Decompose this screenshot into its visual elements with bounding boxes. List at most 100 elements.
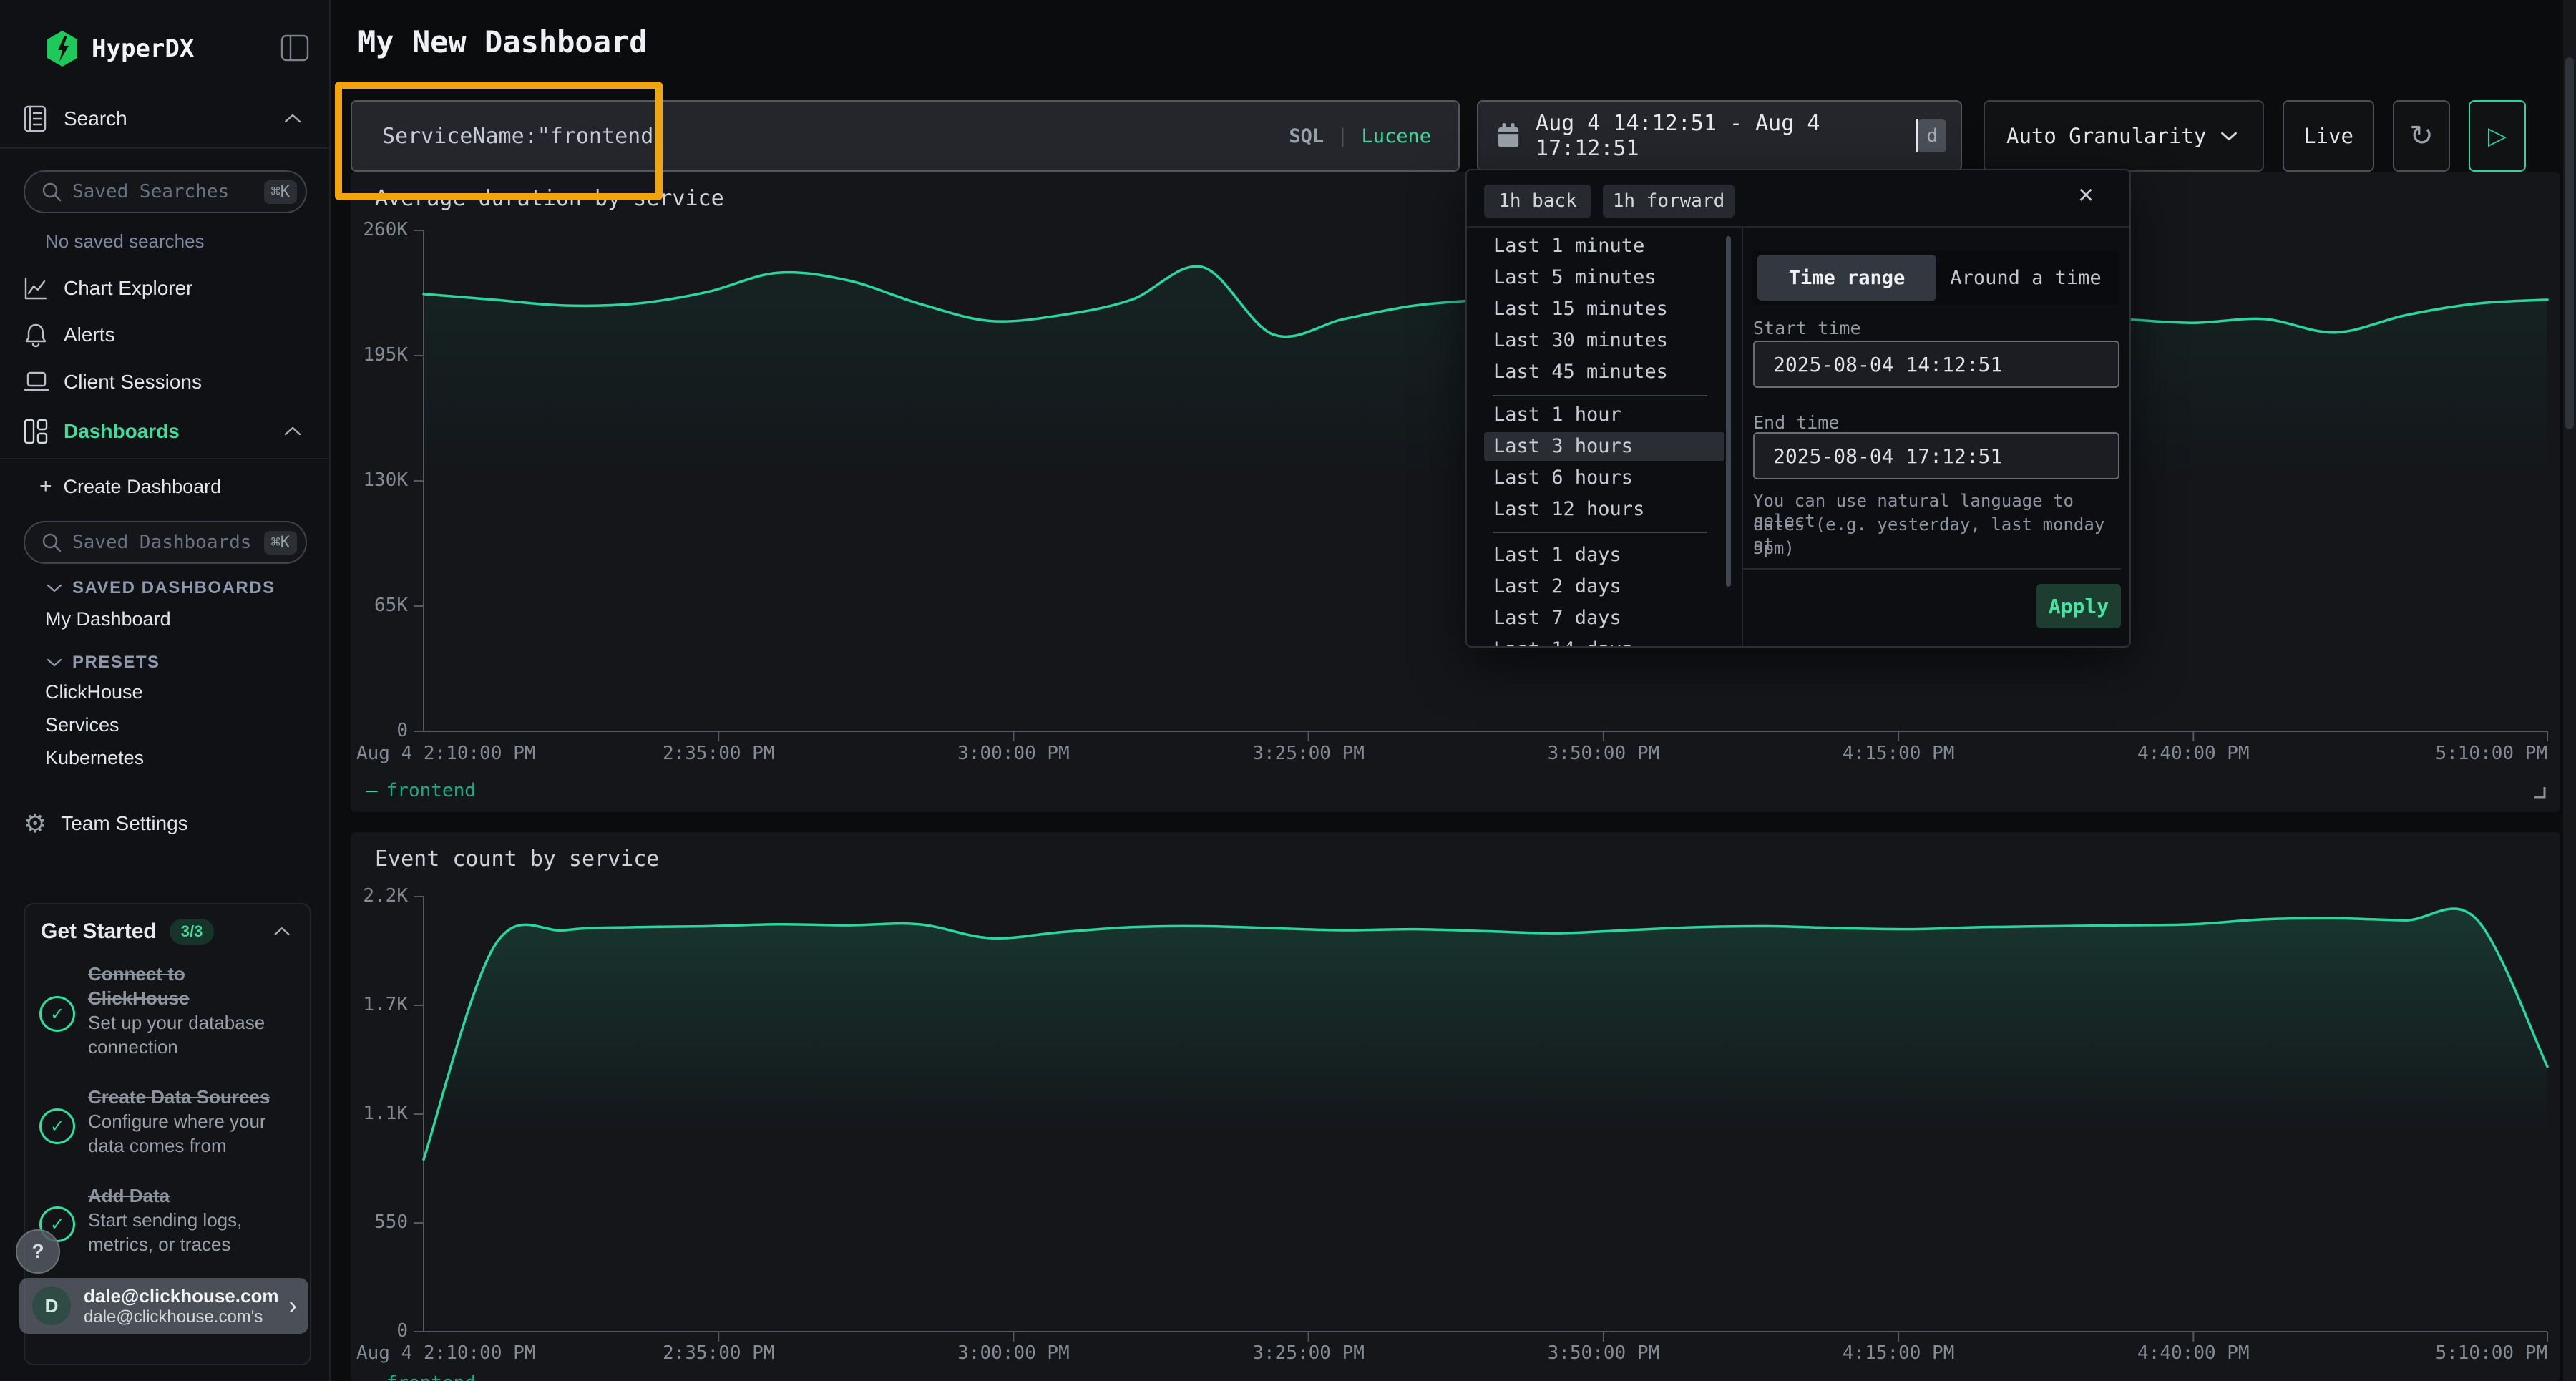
- time-range-option-selected[interactable]: Last 3 hours: [1484, 432, 1724, 461]
- start-time-value: 2025-08-04 14:12:51: [1773, 353, 2002, 376]
- tab-around-a-time[interactable]: Around a time: [1936, 255, 2115, 301]
- time-range-input[interactable]: Aug 4 14:12:51 - Aug 4 17:12:51 d: [1477, 100, 1962, 172]
- time-range-option[interactable]: Last 15 minutes: [1484, 295, 1724, 323]
- time-range-option[interactable]: Last 30 minutes: [1484, 326, 1724, 355]
- close-icon[interactable]: ×: [2078, 180, 2094, 211]
- get-started-progress-badge: 3/3: [170, 919, 215, 945]
- apply-button[interactable]: Apply: [2036, 584, 2121, 628]
- check-circle-icon: ✓: [39, 1108, 75, 1144]
- page-title: My New Dashboard: [358, 24, 648, 59]
- sidebar-item-clickhouse[interactable]: ClickHouse: [45, 681, 143, 703]
- check-circle-icon: ✓: [39, 996, 75, 1032]
- sidebar-item-team-settings[interactable]: ⚙ Team Settings: [24, 803, 306, 844]
- x-axis-tick-label: 3:25:00 PM: [1201, 1342, 1416, 1364]
- get-started-step[interactable]: Add Data Start sending logs, metrics, or…: [88, 1184, 296, 1256]
- step-desc: Configure where your data comes from: [88, 1109, 296, 1158]
- create-dashboard-button[interactable]: + Create Dashboard: [39, 467, 304, 507]
- time-picker-popover: 1h back 1h forward × Last 1 minute Last …: [1465, 169, 2131, 648]
- saved-dashboards-placeholder: Saved Dashboards: [72, 532, 251, 553]
- time-range-option[interactable]: Last 14 days: [1484, 635, 1724, 648]
- end-time-label: End time: [1753, 412, 1839, 433]
- sql-toggle[interactable]: SQL: [1289, 125, 1324, 147]
- sidebar-item-label: Client Sessions: [64, 371, 202, 394]
- lucene-toggle[interactable]: Lucene: [1361, 125, 1431, 147]
- sidebar-item-my-dashboard[interactable]: My Dashboard: [45, 608, 171, 630]
- time-range-option[interactable]: Last 12 hours: [1484, 495, 1724, 524]
- shift-back-label: 1h back: [1498, 190, 1577, 212]
- search-query-input[interactable]: ServiceName:"frontend" SQL | Lucene: [351, 100, 1460, 172]
- check-icon: ✓: [50, 1116, 64, 1137]
- x-axis-tick-label: 4:15:00 PM: [1791, 1342, 2006, 1364]
- saved-dashboards-input[interactable]: Saved Dashboards ⌘K: [24, 521, 307, 564]
- live-button[interactable]: Live: [2283, 100, 2374, 172]
- tab-time-range[interactable]: Time range: [1757, 255, 1936, 301]
- y-axis-tick-label: 550: [351, 1211, 408, 1233]
- logo[interactable]: HyperDX: [46, 30, 194, 67]
- chevron-down-icon: [45, 582, 64, 594]
- sidebar-item-search[interactable]: Search: [24, 96, 306, 142]
- chevron-down-icon: [2217, 129, 2241, 143]
- chart-title: Event count by service: [375, 846, 659, 872]
- time-range-option[interactable]: Last 45 minutes: [1484, 358, 1724, 386]
- end-time-input[interactable]: 2025-08-04 17:12:51: [1753, 432, 2119, 479]
- no-saved-searches-text: No saved searches: [45, 230, 205, 253]
- shift-forward-label: 1h forward: [1613, 190, 1725, 212]
- x-axis-tick-label: 3:00:00 PM: [906, 1342, 1121, 1364]
- sidebar-item-services[interactable]: Services: [45, 714, 119, 736]
- chevron-up-icon: [270, 924, 294, 939]
- get-started-step[interactable]: Create Data Sources Configure where your…: [88, 1085, 296, 1158]
- page-scrollbar-thumb[interactable]: [2565, 57, 2574, 429]
- y-axis-tick-label: 0: [351, 720, 408, 741]
- help-button[interactable]: ?: [16, 1229, 60, 1274]
- section-presets[interactable]: PRESETS: [45, 653, 160, 673]
- x-axis-tick-label: 2:35:00 PM: [611, 743, 826, 764]
- chevron-right-icon: ›: [289, 1292, 297, 1320]
- refresh-icon: ↻: [2409, 119, 2434, 152]
- pane-divider: [1742, 228, 1743, 648]
- section-saved-dashboards[interactable]: SAVED DASHBOARDS: [45, 578, 275, 598]
- chevron-up-icon: [280, 424, 306, 439]
- refresh-button[interactable]: ↻: [2393, 100, 2450, 172]
- run-query-button[interactable]: ▷: [2469, 100, 2526, 172]
- check-icon: ✓: [50, 1214, 64, 1235]
- x-axis-tick-label: 5:10:00 PM: [2376, 743, 2547, 764]
- shift-back-button[interactable]: 1h back: [1484, 185, 1591, 218]
- sidebar-item-alerts[interactable]: Alerts: [24, 314, 306, 356]
- logo-text: HyperDX: [92, 34, 194, 63]
- legend-dash-icon: —: [366, 780, 378, 801]
- x-axis-tick-label: Aug 4 2:10:00 PM: [356, 1342, 535, 1364]
- x-axis-tick-label: 4:40:00 PM: [2086, 743, 2301, 764]
- time-range-option[interactable]: Last 1 days: [1484, 541, 1724, 570]
- start-time-input[interactable]: 2025-08-04 14:12:51: [1753, 341, 2119, 388]
- time-range-option[interactable]: Last 6 hours: [1484, 464, 1724, 492]
- divider: [0, 147, 329, 149]
- legend-item-frontend[interactable]: — frontend: [366, 780, 476, 801]
- sidebar-item-dashboards[interactable]: Dashboards: [24, 411, 306, 452]
- user-menu[interactable]: D dale@clickhouse.com dale@clickhouse.co…: [19, 1278, 308, 1334]
- list-scrollbar-thumb[interactable]: [1726, 236, 1731, 587]
- collapse-sidebar-icon[interactable]: [280, 34, 309, 62]
- time-range-option[interactable]: Last 1 hour: [1484, 401, 1724, 429]
- y-axis-tick-label: 1.1K: [351, 1103, 408, 1124]
- sidebar-item-kubernetes[interactable]: Kubernetes: [45, 747, 144, 769]
- shift-forward-button[interactable]: 1h forward: [1603, 185, 1735, 218]
- x-axis-tick-label: 4:15:00 PM: [1791, 743, 2006, 764]
- sidebar-item-chart-explorer[interactable]: Chart Explorer: [24, 268, 306, 309]
- legend-item-frontend[interactable]: —frontend: [366, 1372, 476, 1381]
- y-axis-tick-label: 1.7K: [351, 994, 408, 1015]
- get-started-step[interactable]: Connect to ClickHouse Set up your databa…: [88, 962, 290, 1059]
- time-range-option[interactable]: Last 2 days: [1484, 572, 1724, 601]
- divider: [0, 458, 329, 459]
- time-range-option[interactable]: Last 1 minute: [1484, 232, 1724, 260]
- time-range-option[interactable]: Last 7 days: [1484, 604, 1724, 633]
- check-icon: ✓: [50, 1004, 64, 1025]
- resize-handle-icon[interactable]: [2532, 784, 2547, 800]
- sidebar-item-client-sessions[interactable]: Client Sessions: [24, 361, 306, 403]
- saved-searches-input[interactable]: Saved Searches ⌘K: [24, 170, 307, 213]
- time-range-option[interactable]: Last 5 minutes: [1484, 263, 1724, 292]
- x-axis-tick-label: 2:35:00 PM: [611, 1342, 826, 1364]
- granularity-select[interactable]: Auto Granularity: [1984, 100, 2264, 172]
- chevron-up-icon: [280, 112, 306, 126]
- get-started-header[interactable]: Get Started 3/3: [41, 919, 294, 945]
- legend-series-name: frontend: [386, 780, 476, 801]
